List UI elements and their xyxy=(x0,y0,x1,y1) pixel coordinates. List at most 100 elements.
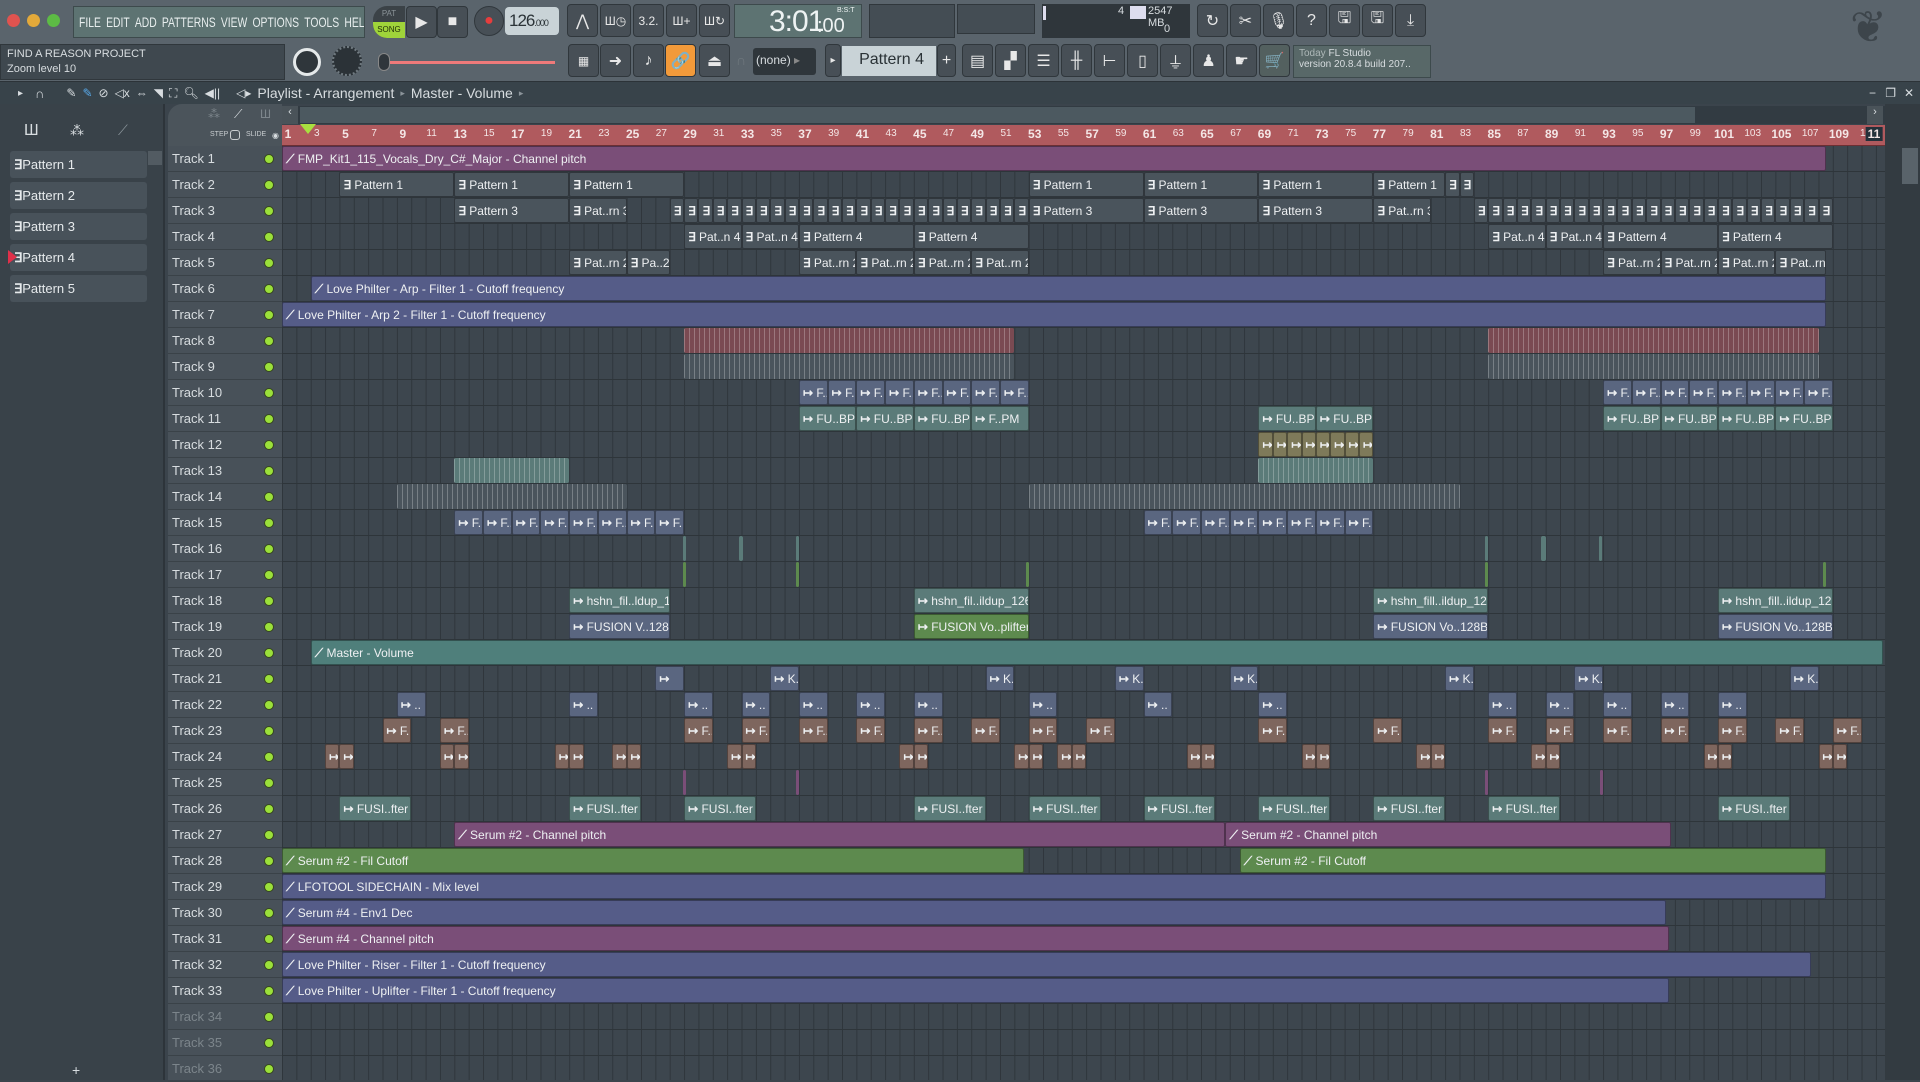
pattern-item[interactable]: ∃ Pattern 5 xyxy=(10,275,147,302)
track-header[interactable]: Track 20 xyxy=(168,640,282,666)
track-header[interactable]: Track 28 xyxy=(168,848,282,874)
track-mute-led[interactable] xyxy=(264,700,274,710)
track-mute-led[interactable] xyxy=(264,622,274,632)
track-header[interactable]: Track 36 xyxy=(168,1056,282,1082)
track-header[interactable]: Track 30 xyxy=(168,900,282,926)
audio-clip[interactable]: ↦ F.. xyxy=(1775,380,1805,405)
pattern-clip[interactable]: ∃ Pattern 1 xyxy=(569,172,685,197)
clip-marker[interactable] xyxy=(682,562,686,587)
play-button[interactable]: ▶ xyxy=(406,6,437,38)
track-header[interactable]: Track 8 xyxy=(168,328,282,354)
audio-clip[interactable]: ↦ F.. xyxy=(885,380,914,405)
pattern-clip[interactable]: ∃ xyxy=(1617,198,1632,223)
pattern-clip[interactable]: ∃ xyxy=(827,198,843,223)
browser-button[interactable]: ⊢ xyxy=(1094,44,1125,77)
track-header[interactable]: Track 22 xyxy=(168,692,282,718)
stop-button[interactable]: ■ xyxy=(437,6,468,38)
pattern-clip[interactable]: ∃ xyxy=(1531,198,1546,223)
pattern-clip[interactable]: ∃ Pat..n 4 xyxy=(1488,224,1546,249)
audio-clip-waveform[interactable] xyxy=(396,484,627,509)
pattern-clip[interactable]: ∃ Pattern 1 xyxy=(1258,172,1374,197)
track-mute-led[interactable] xyxy=(264,336,274,346)
audio-clip[interactable]: ↦ F.. xyxy=(971,380,1000,405)
audio-clip[interactable]: ↦ xyxy=(1818,744,1833,769)
audio-clip[interactable]: ↦ FUSION V..128BPM xyxy=(569,614,670,639)
pattern-clip[interactable]: ∃ Pa..2 xyxy=(626,250,670,275)
audio-clip[interactable]: ↦ FUSI..fter 9 xyxy=(1028,796,1101,821)
track-header[interactable]: Track 23 xyxy=(168,718,282,744)
track-mute-led[interactable] xyxy=(264,934,274,944)
audio-clip[interactable]: ↦ xyxy=(899,744,914,769)
pattern-clip[interactable]: ∃ xyxy=(1574,198,1589,223)
pattern-clip[interactable]: ∃ xyxy=(1804,198,1819,223)
audio-clip[interactable]: ↦ xyxy=(1330,432,1345,457)
audio-clip[interactable]: ↦ xyxy=(655,666,685,691)
audio-clip[interactable]: ↦ F.. xyxy=(1718,718,1747,743)
track-header[interactable]: Track 21 xyxy=(168,666,282,692)
audio-clip[interactable]: ↦ F.. xyxy=(798,380,828,405)
track-header[interactable]: Track 10 xyxy=(168,380,282,406)
magnet-icon[interactable]: ∩ xyxy=(736,52,746,68)
pattern-clip[interactable]: ∃ xyxy=(899,198,914,223)
track-mute-led[interactable] xyxy=(264,986,274,996)
audio-clip[interactable]: ↦ K.. xyxy=(1789,666,1819,691)
automation-clip[interactable]: ⟋ Love Philter - Uplifter - Filter 1 - C… xyxy=(282,978,1670,1003)
track-header[interactable]: Track 33 xyxy=(168,978,282,1004)
pattern-clip[interactable]: ∃ xyxy=(1488,198,1503,223)
audio-clip[interactable]: ↦ xyxy=(1545,744,1561,769)
track-mute-led[interactable] xyxy=(264,206,274,216)
audio-clip[interactable]: ↦ F.. xyxy=(1028,718,1058,743)
automation-clip[interactable]: ⟋ Serum #2 - Channel pitch xyxy=(1225,822,1671,847)
audio-clip[interactable]: ↦ F.. xyxy=(1718,380,1747,405)
pattern-clip[interactable]: ∃ xyxy=(684,198,699,223)
audio-clip[interactable]: ↦ xyxy=(325,744,340,769)
track-header[interactable]: Track 34 xyxy=(168,1004,282,1030)
audio-clip[interactable]: ↦ F.. xyxy=(1258,718,1288,743)
audio-clip[interactable]: ↦ F.. xyxy=(1258,510,1288,535)
audio-clip[interactable]: ↦ F.. xyxy=(1775,718,1805,743)
clip-marker[interactable] xyxy=(1822,562,1826,587)
save-button[interactable]: 🖫 xyxy=(1329,4,1360,37)
automation-clip[interactable]: ⟋ Serum #2 - Fil Cutoff xyxy=(282,848,1025,873)
playlist-button[interactable]: ▤ xyxy=(962,44,993,77)
audio-clip[interactable]: ↦ FUSION Vo..128BPM xyxy=(1373,614,1489,639)
export-audio-button[interactable]: 🖫 xyxy=(1362,4,1393,37)
audio-clip[interactable]: ↦ F.. xyxy=(1660,718,1690,743)
scroll-left-button[interactable]: ‹ xyxy=(282,106,298,124)
audio-clip[interactable]: ↦ xyxy=(1301,744,1316,769)
vertical-scrollbar[interactable] xyxy=(1885,104,1920,1080)
audio-clip[interactable]: ↦ .. xyxy=(1143,692,1173,717)
pattern-clip[interactable]: ∃ xyxy=(1545,198,1561,223)
audio-clip[interactable]: ↦ FU..BPM xyxy=(1603,406,1661,431)
audio-clip[interactable]: ↦ .. xyxy=(741,692,771,717)
playback-icon[interactable]: ◀|| xyxy=(205,86,220,100)
pattern-clip[interactable]: ∃ xyxy=(913,198,929,223)
audio-clip[interactable]: ↦ F.. xyxy=(1344,510,1374,535)
plugin-database-button[interactable]: ⏚ xyxy=(1160,44,1191,77)
automation-picker-icon[interactable]: ⟋ xyxy=(118,122,128,139)
audio-clip[interactable]: ↦ .. xyxy=(798,692,828,717)
track-mute-led[interactable] xyxy=(264,1038,274,1048)
audio-clip[interactable]: ↦ xyxy=(913,744,929,769)
audio-clip[interactable]: ↦ FU..BPM xyxy=(1258,406,1316,431)
audio-clip[interactable]: ↦ xyxy=(1531,744,1546,769)
pattern-clip[interactable]: ∃ Pattern 1 xyxy=(1373,172,1446,197)
audio-clip-waveform[interactable] xyxy=(684,354,1015,379)
pattern-clip[interactable]: ∃ xyxy=(741,198,756,223)
track-mute-led[interactable] xyxy=(264,1064,274,1074)
pattern-clip[interactable]: ∃ Pat..rn 2 xyxy=(1660,250,1718,275)
clip-marker[interactable] xyxy=(682,770,686,795)
scroll-right-button[interactable]: › xyxy=(1867,106,1883,124)
project-picker-button[interactable]: ▯ xyxy=(1127,44,1158,77)
delete-icon[interactable]: ⊘ xyxy=(99,86,109,100)
pattern-clip[interactable]: ∃ xyxy=(1818,198,1833,223)
audio-clip[interactable]: ↦ F.. xyxy=(382,718,412,743)
playlist-overview-scrollbar[interactable]: ‹ › xyxy=(282,106,1885,124)
pattern-clip[interactable]: ∃ xyxy=(1560,198,1575,223)
track-mute-led[interactable] xyxy=(264,648,274,658)
pattern-clip[interactable]: ∃ xyxy=(1014,198,1029,223)
pattern-clip[interactable]: ∃ xyxy=(1588,198,1604,223)
audio-clip[interactable]: ↦ F.. xyxy=(1603,380,1632,405)
track-mute-led[interactable] xyxy=(264,544,274,554)
audio-clip[interactable]: ↦ F.. xyxy=(798,718,828,743)
